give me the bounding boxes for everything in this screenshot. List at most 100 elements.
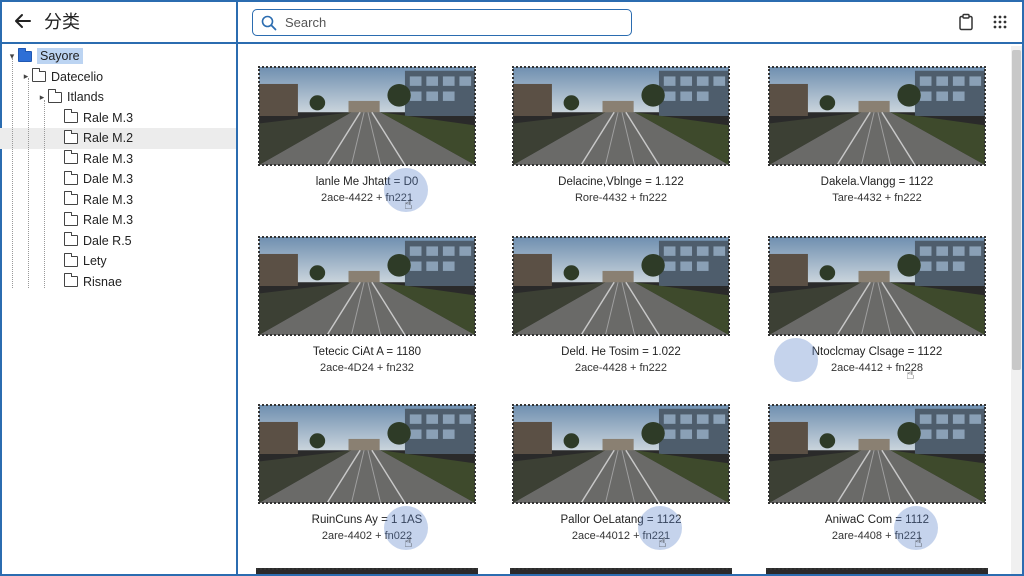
tree-item[interactable]: Lety: [0, 251, 236, 272]
caption-subtitle: 2are-4402 + fn022: [321, 530, 413, 542]
folder-icon: [63, 191, 78, 206]
tree-item-label: Dale M.3: [83, 172, 134, 187]
image-caption: Delacine,Vblnge = 1.122 Rore-4432 + fn222: [510, 174, 732, 206]
panel-title: 分类: [44, 12, 80, 33]
image-thumbnail[interactable]: [510, 402, 732, 506]
caption-subtitle: Rore-4432 + fn222: [574, 192, 668, 204]
tree-item[interactable]: Risnae: [0, 272, 236, 293]
image-card[interactable]: Deld. He Tosim = 1.022 2ace-4428 + fn222: [510, 234, 732, 376]
tree-item[interactable]: ▸ Itlands: [0, 87, 236, 108]
caption-title: AniwaC Com = 1112: [824, 514, 930, 526]
top-bar: [238, 0, 1024, 44]
caption-title: Delacine,Vblnge = 1.122: [558, 176, 684, 188]
tree-guide: [12, 58, 13, 288]
tree-item-label: Datecelio: [51, 69, 104, 84]
tree-item[interactable]: Rale M.3: [0, 108, 236, 129]
image-caption: Dakela.Vlangg = 1122 Tare-4432 + fn222: [766, 174, 988, 206]
image-grid: lanle Me Jhtatt = D0 2ace-4422 + fn221 ☝ De…: [238, 46, 1010, 574]
image-caption: lanle Me Jhtatt = D0 2ace-4422 + fn221: [256, 174, 478, 206]
caption-subtitle: 2ace-44012 + fn221: [571, 530, 671, 542]
image-thumbnail[interactable]: [510, 234, 732, 338]
image-thumbnail[interactable]: [256, 234, 478, 338]
tree-item[interactable]: Dale M.3: [0, 169, 236, 190]
folder-icon: [63, 252, 78, 267]
tree-item[interactable]: ▾ Sayore: [0, 46, 236, 67]
image-thumbnail[interactable]: [766, 64, 988, 168]
tree-item[interactable]: Rale M.3: [0, 190, 236, 211]
hand-cursor-icon: ☝: [404, 196, 413, 212]
scrollbar-thumb[interactable]: [1012, 50, 1021, 370]
image-card[interactable]: AniwaC Com = 1112 2are-4408 + fn221 ☝: [766, 402, 988, 550]
caption-title: RuinCuns Ay = 1 1AS: [311, 514, 423, 526]
folder-icon: [63, 109, 78, 124]
tree-item-label: Sayore: [37, 48, 83, 65]
image-thumbnail[interactable]: [256, 402, 478, 506]
caption-title: Pallor OeLatang = 1122: [560, 514, 682, 526]
tree-item-label: Itlands: [67, 90, 104, 105]
search-icon: [261, 15, 277, 31]
category-tree: ▾ Sayore ▸ Datecelio ▸ Itlands Rale M.3 Rale M.…: [0, 44, 236, 576]
caption-title: Tetecic CiAt A = 1180: [312, 346, 422, 358]
image-card[interactable]: RuinCuns Ay = 1 1AS 2are-4402 + fn022 ☝: [256, 402, 478, 550]
search-box[interactable]: [252, 9, 632, 36]
folder-icon: [47, 88, 62, 103]
tree-item[interactable]: Dale R.5: [0, 231, 236, 252]
tree-item[interactable]: Rale M.2: [0, 128, 236, 149]
caption-title: Deld. He Tosim = 1.022: [561, 346, 681, 358]
tree-item-label: Rale M.3: [83, 213, 134, 228]
caption-title: Dakela.Vlangg = 1122: [820, 176, 934, 188]
caption-subtitle: 2ace-4D24 + fn232: [320, 362, 414, 374]
click-highlight: [774, 338, 818, 382]
scrollbar[interactable]: [1011, 46, 1022, 574]
hand-cursor-icon: ☝: [914, 534, 923, 550]
image-caption: AniwaC Com = 1112 2are-4408 + fn221: [766, 512, 988, 544]
tree-guide: [44, 100, 45, 288]
tree-item-label: Dale R.5: [83, 233, 132, 248]
image-card[interactable]: Dakela.Vlangg = 1122 Tare-4432 + fn222: [766, 64, 988, 206]
image-thumbnail[interactable]: [766, 234, 988, 338]
folder-icon: [63, 129, 78, 144]
tree-guide: [28, 78, 29, 288]
chevron-icon[interactable]: ▸: [36, 92, 48, 103]
image-caption: RuinCuns Ay = 1 1AS 2are-4402 + fn022: [256, 512, 478, 544]
folder-icon: [63, 232, 78, 247]
tree-item[interactable]: Rale M.3: [0, 149, 236, 170]
chevron-icon[interactable]: ▸: [20, 71, 32, 82]
tree-item-label: Rale M.3: [83, 110, 134, 125]
folder-icon: [17, 47, 32, 62]
image-card[interactable]: lanle Me Jhtatt = D0 2ace-4422 + fn221 ☝: [256, 64, 478, 212]
image-card[interactable]: Pallor OeLatang = 1122 2ace-44012 + fn221…: [510, 402, 732, 550]
image-caption: Deld. He Tosim = 1.022 2ace-4428 + fn222: [510, 344, 732, 376]
image-card-partial[interactable]: [256, 568, 478, 574]
search-input[interactable]: [285, 15, 605, 30]
grid-dots-icon[interactable]: [990, 12, 1010, 32]
hand-cursor-icon: ☝: [404, 534, 413, 550]
image-thumbnail[interactable]: [510, 64, 732, 168]
caption-subtitle: 2are-4408 + fn221: [831, 530, 923, 542]
tree-item-label: Rale M.3: [83, 192, 134, 207]
image-thumbnail[interactable]: [766, 402, 988, 506]
image-card-partial[interactable]: [766, 568, 988, 574]
caption-title: lanle Me Jhtatt = D0: [315, 176, 419, 188]
tree-item-label: Rale M.2: [83, 131, 134, 146]
image-card[interactable]: Tetecic CiAt A = 1180 2ace-4D24 + fn232: [256, 234, 478, 376]
left-header: 分类: [0, 0, 236, 44]
clipboard-icon[interactable]: [956, 12, 976, 32]
folder-icon: [63, 211, 78, 226]
image-card[interactable]: Ntoclcmay Clsage = 1122 2ace-4412 + fn228…: [766, 234, 988, 382]
folder-icon: [31, 68, 46, 83]
hand-cursor-icon: ☝: [906, 366, 915, 382]
tree-item[interactable]: ▸ Datecelio: [0, 67, 236, 88]
image-thumbnail[interactable]: [256, 64, 478, 168]
caption-subtitle: 2ace-4422 + fn221: [320, 192, 414, 204]
image-card-partial[interactable]: [510, 568, 732, 574]
hand-cursor-icon: ☝: [658, 534, 667, 550]
folder-icon: [63, 170, 78, 185]
folder-icon: [63, 273, 78, 288]
tree-item-label: Lety: [83, 254, 107, 269]
image-card[interactable]: Delacine,Vblnge = 1.122 Rore-4432 + fn222: [510, 64, 732, 206]
tree-item-label: Rale M.3: [83, 151, 134, 166]
caption-subtitle: 2ace-4428 + fn222: [574, 362, 668, 374]
tree-item[interactable]: Rale M.3: [0, 210, 236, 231]
arrow-left-icon[interactable]: [12, 10, 34, 32]
